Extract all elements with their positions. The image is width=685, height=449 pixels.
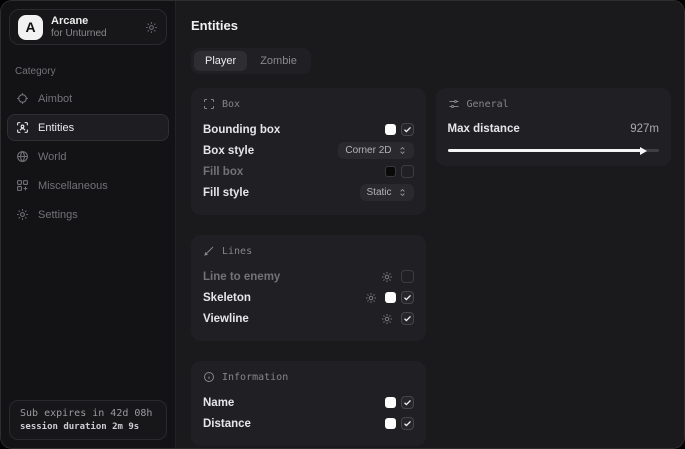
general-card: General Max distance 927m — [436, 88, 671, 166]
category-label: Category — [15, 66, 161, 77]
session-duration-text: session duration 2m 9s — [20, 422, 156, 432]
sidebar-item-miscellaneous[interactable]: Miscellaneous — [7, 172, 169, 199]
pencil-line-icon — [203, 245, 215, 257]
checkbox-unchecked[interactable] — [401, 270, 414, 283]
card-title: General — [467, 99, 509, 110]
chevrons-up-down-icon — [398, 146, 407, 155]
card-title: Lines — [222, 246, 252, 257]
color-swatch[interactable] — [385, 397, 396, 408]
sliders-icon — [448, 98, 460, 110]
scan-icon — [16, 121, 29, 134]
crosshair-icon — [16, 92, 29, 105]
gear-icon[interactable] — [381, 313, 393, 325]
setting-row-viewline: Viewline — [203, 308, 414, 329]
card-title: Information — [222, 372, 288, 383]
sidebar-item-label: Miscellaneous — [38, 180, 108, 192]
gear-icon — [16, 208, 29, 221]
box-card: Box Bounding box Box style — [191, 88, 426, 215]
sidebar-item-entities[interactable]: Entities — [7, 114, 169, 141]
app-window: A Arcane for Unturned Category Aimbot — [0, 0, 685, 449]
max-distance-value: 927m — [630, 123, 659, 135]
slider-fill — [448, 149, 643, 152]
tab-group: Player Zombie — [191, 48, 311, 74]
max-distance-slider[interactable] — [448, 147, 659, 154]
subscription-status: Sub expires in 42d 08h session duration … — [9, 400, 167, 440]
gear-icon[interactable] — [365, 292, 377, 304]
sidebar-item-aimbot[interactable]: Aimbot — [7, 85, 169, 112]
information-card: Information Name Distance — [191, 361, 426, 446]
gear-icon[interactable] — [381, 271, 393, 283]
setting-row-line-to-enemy: Line to enemy — [203, 266, 414, 287]
fill-style-dropdown[interactable]: Static — [360, 184, 414, 201]
page-title: Entities — [191, 18, 671, 33]
sidebar-item-label: Aimbot — [38, 93, 72, 105]
setting-row-box-style: Box style Corner 2D — [203, 140, 414, 161]
sidebar-item-label: World — [38, 151, 67, 163]
setting-row-skeleton: Skeleton — [203, 287, 414, 308]
globe-icon — [16, 150, 29, 163]
box-select-icon — [203, 98, 215, 110]
checkbox-checked[interactable] — [401, 312, 414, 325]
app-logo: A — [18, 15, 43, 40]
sub-expiry-text: Sub expires in 42d 08h — [20, 408, 156, 419]
setting-row-distance: Distance — [203, 413, 414, 434]
sidebar-item-label: Settings — [38, 209, 78, 221]
checkbox-checked[interactable] — [401, 123, 414, 136]
sidebar-item-world[interactable]: World — [7, 143, 169, 170]
tab-player[interactable]: Player — [194, 51, 247, 71]
sidebar-item-settings[interactable]: Settings — [7, 201, 169, 228]
checkbox-checked[interactable] — [401, 396, 414, 409]
box-style-dropdown[interactable]: Corner 2D — [338, 142, 413, 159]
app-name: Arcane — [51, 15, 137, 28]
setting-row-fill-box: Fill box — [203, 161, 414, 182]
color-swatch[interactable] — [385, 292, 396, 303]
sidebar: A Arcane for Unturned Category Aimbot — [1, 1, 176, 448]
app-subtitle: for Unturned — [51, 28, 137, 40]
slider-thumb[interactable] — [640, 147, 647, 155]
color-swatch[interactable] — [385, 418, 396, 429]
chevrons-up-down-icon — [398, 188, 407, 197]
setting-row-max-distance: Max distance 927m — [448, 119, 659, 139]
card-title: Box — [222, 99, 240, 110]
checkbox-checked[interactable] — [401, 291, 414, 304]
sidebar-item-label: Entities — [38, 122, 74, 134]
color-swatch[interactable] — [385, 124, 396, 135]
info-icon — [203, 371, 215, 383]
sidebar-nav: Aimbot Entities World Miscellaneous — [1, 85, 175, 228]
tab-zombie[interactable]: Zombie — [249, 51, 308, 71]
color-swatch[interactable] — [385, 166, 396, 177]
main-panel: Entities Player Zombie Box Bounding box — [176, 1, 684, 448]
checkbox-unchecked[interactable] — [401, 165, 414, 178]
brand-card[interactable]: A Arcane for Unturned — [9, 9, 167, 45]
setting-row-bounding-box: Bounding box — [203, 119, 414, 140]
gear-icon[interactable] — [145, 21, 158, 34]
lines-card: Lines Line to enemy Skeleton — [191, 235, 426, 341]
setting-row-name: Name — [203, 392, 414, 413]
setting-row-fill-style: Fill style Static — [203, 182, 414, 203]
checkbox-checked[interactable] — [401, 417, 414, 430]
grid-icon — [16, 179, 29, 192]
